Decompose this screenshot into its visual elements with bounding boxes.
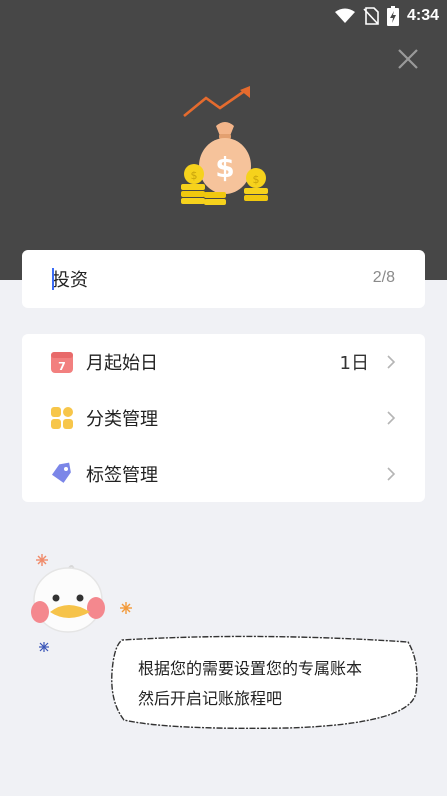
status-bar: 4:34: [334, 4, 439, 28]
no-sim-icon: [363, 7, 379, 25]
tag-icon: [51, 462, 71, 483]
money-bag-illustration: $ $ $: [181, 86, 268, 205]
settings-row-category-management[interactable]: 分类管理: [22, 390, 425, 446]
tip-text: 根据您的需要设置您的专属账本 然后开启记账旅程吧: [138, 654, 408, 714]
calendar-icon: 7: [51, 352, 73, 373]
battery-charging-icon: [386, 6, 399, 26]
chevron-right-icon: [387, 467, 396, 481]
month-start-day-label: 月起始日: [86, 353, 158, 374]
header-banner: 4:34 $ $ $: [0, 0, 447, 280]
svg-text:$: $: [253, 173, 260, 186]
settings-row-tag-management[interactable]: 标签管理: [22, 446, 425, 502]
category-grid-icon: [51, 407, 73, 429]
chevron-right-icon: [387, 411, 396, 425]
account-name-card: 2/8: [22, 250, 425, 308]
settings-row-month-start-day[interactable]: 7 月起始日 1日: [22, 334, 425, 390]
wifi-icon: [334, 8, 355, 23]
tag-management-label: 标签管理: [86, 465, 158, 486]
svg-text:$: $: [215, 151, 234, 184]
tip-line-2: 然后开启记账旅程吧: [138, 689, 283, 708]
account-name-input[interactable]: [52, 265, 352, 293]
chevron-right-icon: [387, 355, 396, 369]
status-time: 4:34: [406, 7, 439, 24]
svg-text:7: 7: [58, 360, 66, 373]
svg-text:$: $: [191, 169, 198, 182]
text-caret: [52, 268, 54, 290]
close-icon[interactable]: [395, 46, 421, 72]
category-management-label: 分类管理: [86, 409, 158, 430]
tip-line-1: 根据您的需要设置您的专属账本: [138, 659, 363, 678]
month-start-day-value: 1日: [339, 353, 369, 374]
settings-card: 7 月起始日 1日 分类管理 标签管理: [22, 334, 425, 502]
char-counter: 2/8: [372, 269, 395, 286]
